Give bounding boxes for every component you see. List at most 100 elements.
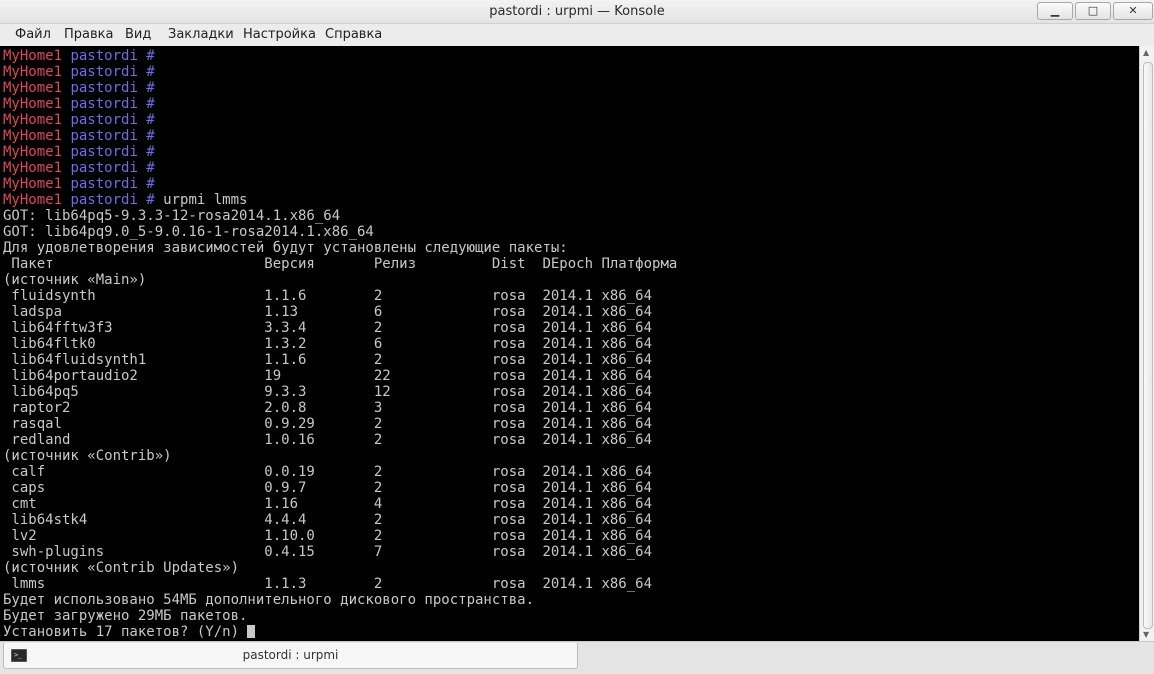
prompt-host: MyHome1 (3, 96, 63, 112)
session-tab[interactable]: >_ pastordi : urpmi (3, 643, 578, 669)
output-text: Будет загружено 29МБ пакетов. (3, 608, 248, 624)
menu-file[interactable]: Файл (15, 27, 51, 42)
output-line: GOT: lib64pq5-9.3.3-12-rosa2014.1.x86_64 (3, 208, 340, 224)
output-line: (источник «Contrib») (3, 448, 172, 464)
output-line: lib64portaudio2 19 22 rosa 2014.1 x86_64 (3, 368, 652, 384)
prompt-line: MyHome1 pastordi # urpmi lmms (3, 192, 247, 208)
scroll-up-arrow-icon[interactable]: ▲ (1143, 48, 1149, 57)
prompt-user: pastordi # (62, 112, 155, 128)
output-text: ladspa 1.13 6 rosa 2014.1 x86_64 (3, 304, 653, 320)
output-text: (источник «Contrib») (3, 448, 172, 464)
menu-view[interactable]: Вид (125, 27, 151, 42)
output-line: caps 0.9.7 2 rosa 2014.1 x86_64 (3, 480, 652, 496)
output-line: lib64fltk0 1.3.2 6 rosa 2014.1 x86_64 (3, 336, 652, 352)
prompt-line: MyHome1 pastordi # (3, 48, 155, 64)
output-line: rasqal 0.9.29 2 rosa 2014.1 x86_64 (3, 416, 652, 432)
menu-settings[interactable]: Настройка (243, 27, 316, 42)
output-line: Будет использовано 54МБ дополнительного … (3, 592, 534, 608)
prompt-host: MyHome1 (3, 64, 63, 80)
prompt-line: MyHome1 pastordi # (3, 96, 155, 112)
output-text: caps 0.9.7 2 rosa 2014.1 x86_64 (3, 480, 653, 496)
scrollbar-thumb[interactable] (1143, 62, 1153, 629)
prompt-user: pastordi # (62, 48, 155, 64)
output-text: lib64fltk0 1.3.2 6 rosa 2014.1 x86_64 (3, 336, 653, 352)
output-line: lib64fftw3f3 3.3.4 2 rosa 2014.1 x86_64 (3, 320, 652, 336)
menu-help[interactable]: Справка (325, 27, 382, 42)
maximize-icon: □ (1087, 4, 1099, 17)
output-text: lv2 1.10.0 2 rosa 2014.1 x86_64 (3, 528, 653, 544)
terminal-output[interactable]: MyHome1 pastordi # MyHome1 pastordi # MyHo… (0, 46, 1139, 641)
output-text: GOT: lib64pq5-9.3.3-12-rosa2014.1.x86_64 (3, 208, 341, 224)
output-text: rasqal 0.9.29 2 rosa 2014.1 x86_64 (3, 416, 653, 432)
prompt-line: MyHome1 pastordi # (3, 160, 155, 176)
close-button[interactable]: ✕ (1113, 2, 1153, 20)
terminal-scrollbar[interactable]: ▲ ▼ (1139, 46, 1154, 641)
prompt-user: pastordi # (62, 64, 155, 80)
output-text: Установить 17 пакетов? (Y/n) (3, 624, 248, 640)
output-text: Пакет Версия Релиз Dist DEpoch Платформа (3, 256, 678, 272)
output-text: swh-plugins 0.4.15 7 rosa 2014.1 x86_64 (3, 544, 653, 560)
maximize-button[interactable]: □ (1075, 2, 1111, 20)
output-line: ladspa 1.13 6 rosa 2014.1 x86_64 (3, 304, 652, 320)
prompt-user: pastordi # (62, 160, 155, 176)
menu-bar: Файл Правка Вид Закладки Настройка Справ… (0, 24, 1154, 46)
prompt-line: MyHome1 pastordi # (3, 112, 155, 128)
output-text: raptor2 2.0.8 3 rosa 2014.1 x86_64 (3, 400, 653, 416)
window-title: pastordi : urpmi — Konsole (489, 4, 665, 19)
prompt-command: urpmi lmms (154, 192, 248, 208)
output-line: Будет загружено 29МБ пакетов. (3, 608, 247, 624)
output-text: lib64portaudio2 19 22 rosa 2014.1 x86_64 (3, 368, 653, 384)
output-text: redland 1.0.16 2 rosa 2014.1 x86_64 (3, 432, 653, 448)
scroll-down-arrow-icon[interactable]: ▼ (1143, 630, 1149, 639)
output-text: cmt 1.16 4 rosa 2014.1 x86_64 (3, 496, 653, 512)
window-titlebar: pastordi : urpmi — Konsole ▁ □ ✕ (0, 0, 1154, 24)
output-line: lmms 1.1.3 2 rosa 2014.1 x86_64 (3, 576, 652, 592)
output-line: (источник «Main») (3, 272, 146, 288)
output-line: cmt 1.16 4 rosa 2014.1 x86_64 (3, 496, 652, 512)
prompt-user: pastordi # (62, 176, 155, 192)
output-line: calf 0.0.19 2 rosa 2014.1 x86_64 (3, 464, 652, 480)
output-text: calf 0.0.19 2 rosa 2014.1 x86_64 (3, 464, 653, 480)
prompt-line: MyHome1 pastordi # (3, 128, 155, 144)
minimize-button[interactable]: ▁ (1037, 2, 1073, 20)
text-cursor (247, 625, 256, 638)
prompt-host: MyHome1 (3, 176, 63, 192)
minimize-icon: ▁ (1050, 4, 1060, 17)
prompt-user: pastordi # (62, 144, 155, 160)
output-line: GOT: lib64pq9.0_5-9.0.16-1-rosa2014.1.x8… (3, 224, 374, 240)
prompt-user: pastordi # (62, 96, 155, 112)
output-line: Пакет Версия Релиз Dist DEpoch Платформа (3, 256, 677, 272)
prompt-user: pastordi # (62, 80, 155, 96)
output-line: redland 1.0.16 2 rosa 2014.1 x86_64 (3, 432, 652, 448)
prompt-user: pastordi # (62, 192, 155, 208)
output-text: lib64fftw3f3 3.3.4 2 rosa 2014.1 x86_64 (3, 320, 653, 336)
prompt-line: MyHome1 pastordi # (3, 64, 155, 80)
prompt-line: MyHome1 pastordi # (3, 176, 155, 192)
output-text: (источник «Main») (3, 272, 147, 288)
prompt-host: MyHome1 (3, 144, 63, 160)
session-tab-label: pastordi : urpmi (242, 648, 339, 662)
prompt-user: pastordi # (62, 128, 155, 144)
output-text: (источник «Contrib Updates») (3, 560, 240, 576)
prompt-line: MyHome1 pastordi # (3, 80, 155, 96)
output-text: lib64pq5 9.3.3 12 rosa 2014.1 x86_64 (3, 384, 653, 400)
output-text: lib64stk4 4.4.4 2 rosa 2014.1 x86_64 (3, 512, 653, 528)
output-line: raptor2 2.0.8 3 rosa 2014.1 x86_64 (3, 400, 652, 416)
prompt-host: MyHome1 (3, 128, 63, 144)
menu-edit[interactable]: Правка (64, 27, 113, 42)
prompt-host: MyHome1 (3, 160, 63, 176)
output-line: swh-plugins 0.4.15 7 rosa 2014.1 x86_64 (3, 544, 652, 560)
close-icon: ✕ (1128, 4, 1138, 17)
session-tab-bar: >_ pastordi : urpmi (0, 641, 1154, 674)
output-line: (источник «Contrib Updates») (3, 560, 239, 576)
prompt-host: MyHome1 (3, 48, 63, 64)
prompt-line: MyHome1 pastordi # (3, 144, 155, 160)
output-text: lib64fluidsynth1 1.1.6 2 rosa 2014.1 x86… (3, 352, 653, 368)
output-text: lmms 1.1.3 2 rosa 2014.1 x86_64 (3, 576, 653, 592)
output-line: Для удовлетворения зависимостей будут ус… (3, 240, 568, 256)
output-text: GOT: lib64pq9.0_5-9.0.16-1-rosa2014.1.x8… (3, 224, 374, 240)
output-line: lib64pq5 9.3.3 12 rosa 2014.1 x86_64 (3, 384, 652, 400)
output-line: lib64fluidsynth1 1.1.6 2 rosa 2014.1 x86… (3, 352, 652, 368)
menu-bookmarks[interactable]: Закладки (168, 27, 234, 42)
prompt-host: MyHome1 (3, 192, 63, 208)
